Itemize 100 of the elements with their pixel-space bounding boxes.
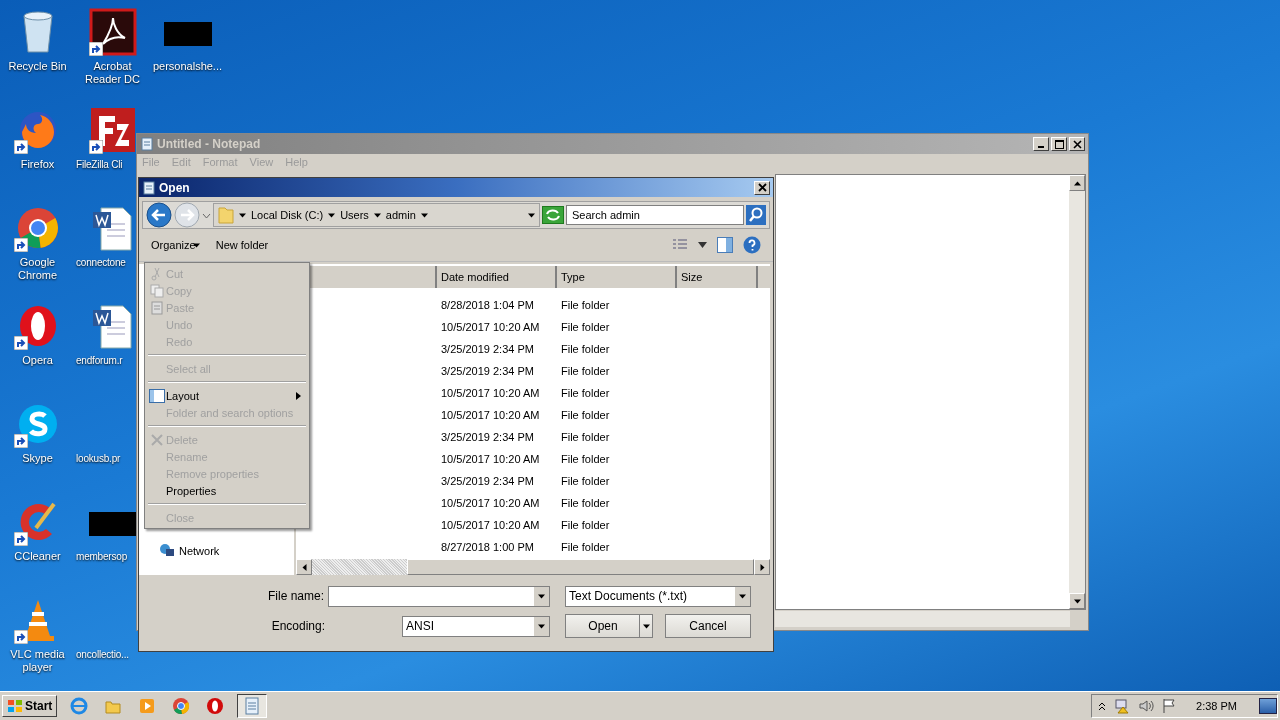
scroll-left-icon <box>300 563 308 571</box>
desktop-icon-label[interactable]: Skype <box>1 452 74 465</box>
close-button[interactable] <box>1069 137 1085 151</box>
filezilla-icon[interactable] <box>88 106 137 154</box>
cancel-button[interactable]: Cancel <box>665 614 751 638</box>
show-hidden-icons-icon[interactable] <box>1098 701 1107 711</box>
table-cell-text: File folder <box>561 409 611 421</box>
encoding-label: Encoding: <box>270 619 326 633</box>
open-button[interactable]: Open <box>565 614 653 638</box>
desktop-icon-label[interactable]: FileZilla Cli <box>76 158 123 171</box>
start-button[interactable]: Start <box>2 695 58 717</box>
caret-icon <box>420 211 428 219</box>
flag-icon[interactable] <box>1162 698 1177 714</box>
desktop-icon-label[interactable]: connectone <box>76 256 126 269</box>
network-icon[interactable] <box>1114 698 1131 714</box>
minimize-icon <box>1038 146 1044 148</box>
show-desktop-button[interactable] <box>1259 698 1277 714</box>
dropdown-icon <box>642 622 650 630</box>
table-cell-text: 10/5/2017 10:20 AM <box>441 387 541 399</box>
dropdown-icon <box>538 592 545 600</box>
notepad-icon <box>142 180 156 195</box>
acrobat-icon[interactable] <box>88 8 137 56</box>
table-cell-text: 3/25/2019 2:34 PM <box>441 475 535 487</box>
notepad-icon <box>140 137 154 151</box>
dropdown-icon[interactable] <box>698 242 707 248</box>
desktop-icon-label[interactable]: Acrobat Reader DC <box>76 60 149 86</box>
nav-item[interactable]: Network <box>159 543 294 559</box>
media-icon <box>138 697 157 715</box>
file-name-field[interactable] <box>328 585 550 607</box>
dialog-title: Open <box>159 180 190 195</box>
search-icon[interactable] <box>746 205 766 225</box>
table-cell-text: 10/5/2017 10:20 AM <box>441 519 541 531</box>
organize-button[interactable]: Organize <box>151 239 200 251</box>
table-cell-text: 10/5/2017 10:20 AM <box>441 321 541 333</box>
desktop-icon-label[interactable]: lookusb.pr <box>76 452 121 465</box>
encoding-dropdown[interactable]: ANSI <box>402 615 550 637</box>
table-cell-text: File folder <box>561 321 611 333</box>
address-bar[interactable]: Local Disk (C:) Users admin <box>213 203 540 227</box>
preview-pane-icon[interactable] <box>717 237 733 253</box>
breadcrumb-item[interactable]: Users <box>340 209 369 221</box>
breadcrumb-item[interactable]: Local Disk (C:) <box>251 209 324 221</box>
table-cell-text: File folder <box>561 431 611 443</box>
back-button[interactable] <box>146 202 172 228</box>
scroll-right-icon <box>758 563 766 571</box>
vertical-scrollbar[interactable] <box>1069 175 1085 609</box>
delete-icon <box>149 432 164 447</box>
caret-icon <box>373 211 381 219</box>
table-cell-text: 10/5/2017 10:20 AM <box>441 453 541 465</box>
desktop-icon-label[interactable]: CCleaner <box>1 550 74 563</box>
desktop-icon-label[interactable]: endforum.r <box>76 354 123 367</box>
table-cell-text: 8/28/2018 1:04 PM <box>441 299 535 311</box>
desktop-icon-label[interactable]: Opera <box>1 354 74 367</box>
scroll-up-icon <box>1073 179 1081 187</box>
caret-icon <box>328 211 336 219</box>
windows-logo-icon <box>7 699 23 713</box>
chrome-icon <box>172 697 191 715</box>
clock[interactable]: 2:38 PM <box>1196 700 1237 712</box>
desktop-icon-label[interactable]: personalshe... <box>151 60 224 73</box>
desktop-icon-label[interactable]: VLC media player <box>1 648 74 674</box>
desktop-icon-label[interactable]: membersop <box>76 550 127 563</box>
speaker-icon[interactable] <box>1138 698 1155 714</box>
column-header[interactable]: Size <box>677 266 758 288</box>
close-button[interactable] <box>754 180 770 195</box>
scroll-down-icon <box>1073 597 1081 605</box>
horizontal-scrollbar[interactable] <box>775 611 1070 627</box>
table-cell-text: File folder <box>561 541 611 553</box>
desktop-icon-label[interactable]: Firefox <box>1 158 74 171</box>
column-header[interactable]: Type <box>557 266 677 288</box>
table-cell-text: 3/25/2019 2:34 PM <box>441 365 535 377</box>
minimize-button[interactable] <box>1033 137 1049 151</box>
copy-icon <box>149 283 164 298</box>
table-cell-text: 3/25/2019 2:34 PM <box>441 431 535 443</box>
layout-icon <box>148 388 165 403</box>
breadcrumb-item[interactable]: admin <box>385 209 416 221</box>
table-cell-text: 8/27/2018 1:00 PM <box>441 541 535 553</box>
column-header[interactable]: Date modified <box>437 266 557 288</box>
refresh-button[interactable] <box>542 206 564 224</box>
table-cell-text: File folder <box>561 475 611 487</box>
menu-item[interactable]: Layout <box>147 387 307 404</box>
desktop-icon-label[interactable]: oncollectio... <box>76 648 129 661</box>
menu-item[interactable]: Properties <box>147 482 307 499</box>
file-type-dropdown[interactable]: Text Documents (*.txt) <box>565 585 751 607</box>
ie-icon <box>70 697 89 715</box>
help-icon[interactable] <box>743 236 761 254</box>
caret-icon <box>239 211 246 219</box>
table-cell-text: 10/5/2017 10:20 AM <box>441 497 541 509</box>
notepad-taskbar-button[interactable] <box>237 694 268 718</box>
close-icon <box>1072 139 1082 149</box>
table-cell-text: File folder <box>561 497 611 509</box>
maximize-button[interactable] <box>1051 137 1067 151</box>
table-cell-text: File folder <box>561 299 611 311</box>
table-cell-text: 10/5/2017 10:20 AM <box>441 409 541 421</box>
horizontal-scrollbar[interactable] <box>296 559 770 575</box>
desktop-icon-label[interactable]: Recycle Bin <box>1 60 74 73</box>
new-folder-button[interactable]: New folder <box>215 239 269 251</box>
desktop-icon-label[interactable]: Google Chrome <box>1 256 74 282</box>
network-icon <box>159 543 175 559</box>
dropdown-icon <box>739 592 746 600</box>
table-cell-text: File folder <box>561 343 611 355</box>
search-field[interactable]: Search admin <box>566 205 744 225</box>
